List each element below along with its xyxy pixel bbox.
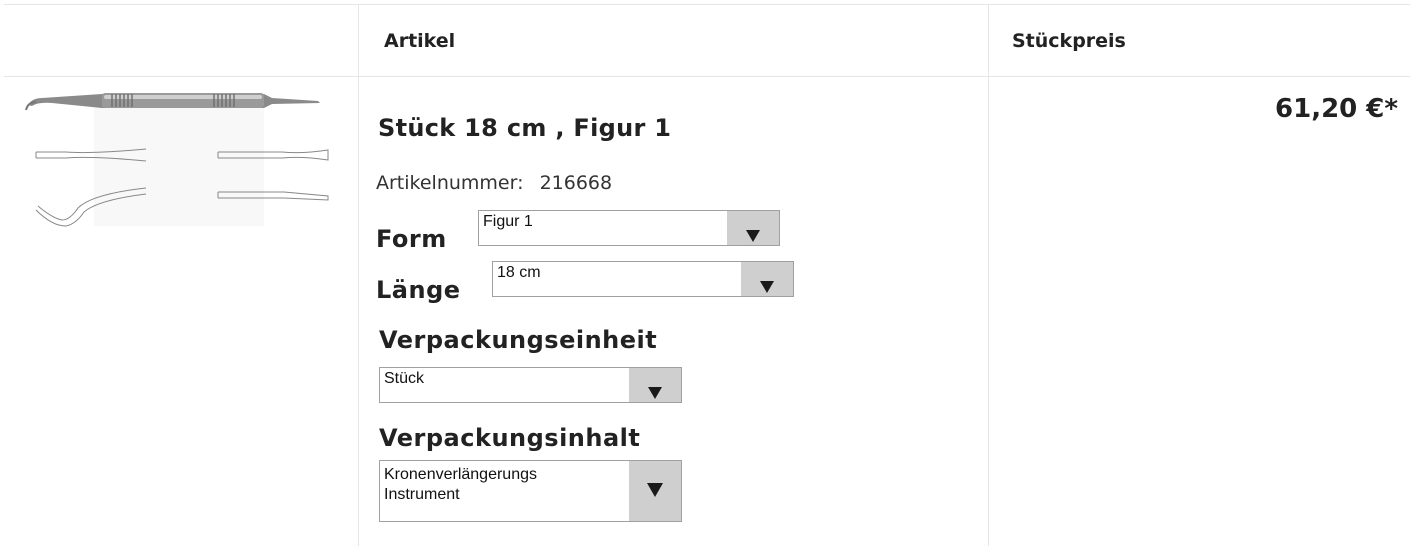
laenge-select[interactable]: 18 cm [492,261,794,297]
form-select-button[interactable] [727,211,779,245]
chevron-down-icon [648,387,662,399]
column-divider-price [988,4,989,546]
verpackungsinhalt-select-button[interactable] [629,461,681,521]
form-label: Form [376,225,447,253]
verpackungsinhalt-value-line1: Kronenverlängerungs [384,466,537,483]
laenge-select-button[interactable] [741,262,793,296]
article-number: Artikelnummer: 216668 [376,172,612,194]
verpackungseinheit-select-value: Stück [384,370,425,387]
verpackungseinheit-select[interactable]: Stück [379,367,682,403]
product-title[interactable]: Stück 18 cm , Figur 1 [378,114,671,142]
laenge-label: Länge [376,276,461,304]
article-number-label: Artikelnummer: [376,172,524,194]
chevron-down-icon [746,230,760,242]
unit-price: 61,20 €* [1275,94,1398,124]
verpackungsinhalt-select-value: Kronenverlängerungs Instrument [384,465,624,505]
verpackungsinhalt-label: Verpackungsinhalt [379,424,641,452]
chevron-down-icon [647,483,663,497]
article-number-value: 216668 [539,172,613,194]
form-select-value: Figur 1 [483,213,533,230]
verpackungsinhalt-select[interactable]: Kronenverlängerungs Instrument [379,460,682,522]
verpackungsinhalt-value-line2: Instrument [384,486,460,503]
column-header-artikel: Artikel [384,30,456,52]
form-select[interactable]: Figur 1 [478,210,780,246]
column-divider-image [358,4,359,546]
dental-instrument-image[interactable] [22,88,334,228]
laenge-select-value: 18 cm [497,264,541,281]
verpackungseinheit-label: Verpackungseinheit [379,326,658,354]
chevron-down-icon [760,281,774,293]
column-header-stueckpreis: Stückpreis [1012,30,1126,52]
table-header-border [4,76,1410,77]
verpackungseinheit-select-button[interactable] [629,368,681,402]
table-top-border [4,4,1410,5]
